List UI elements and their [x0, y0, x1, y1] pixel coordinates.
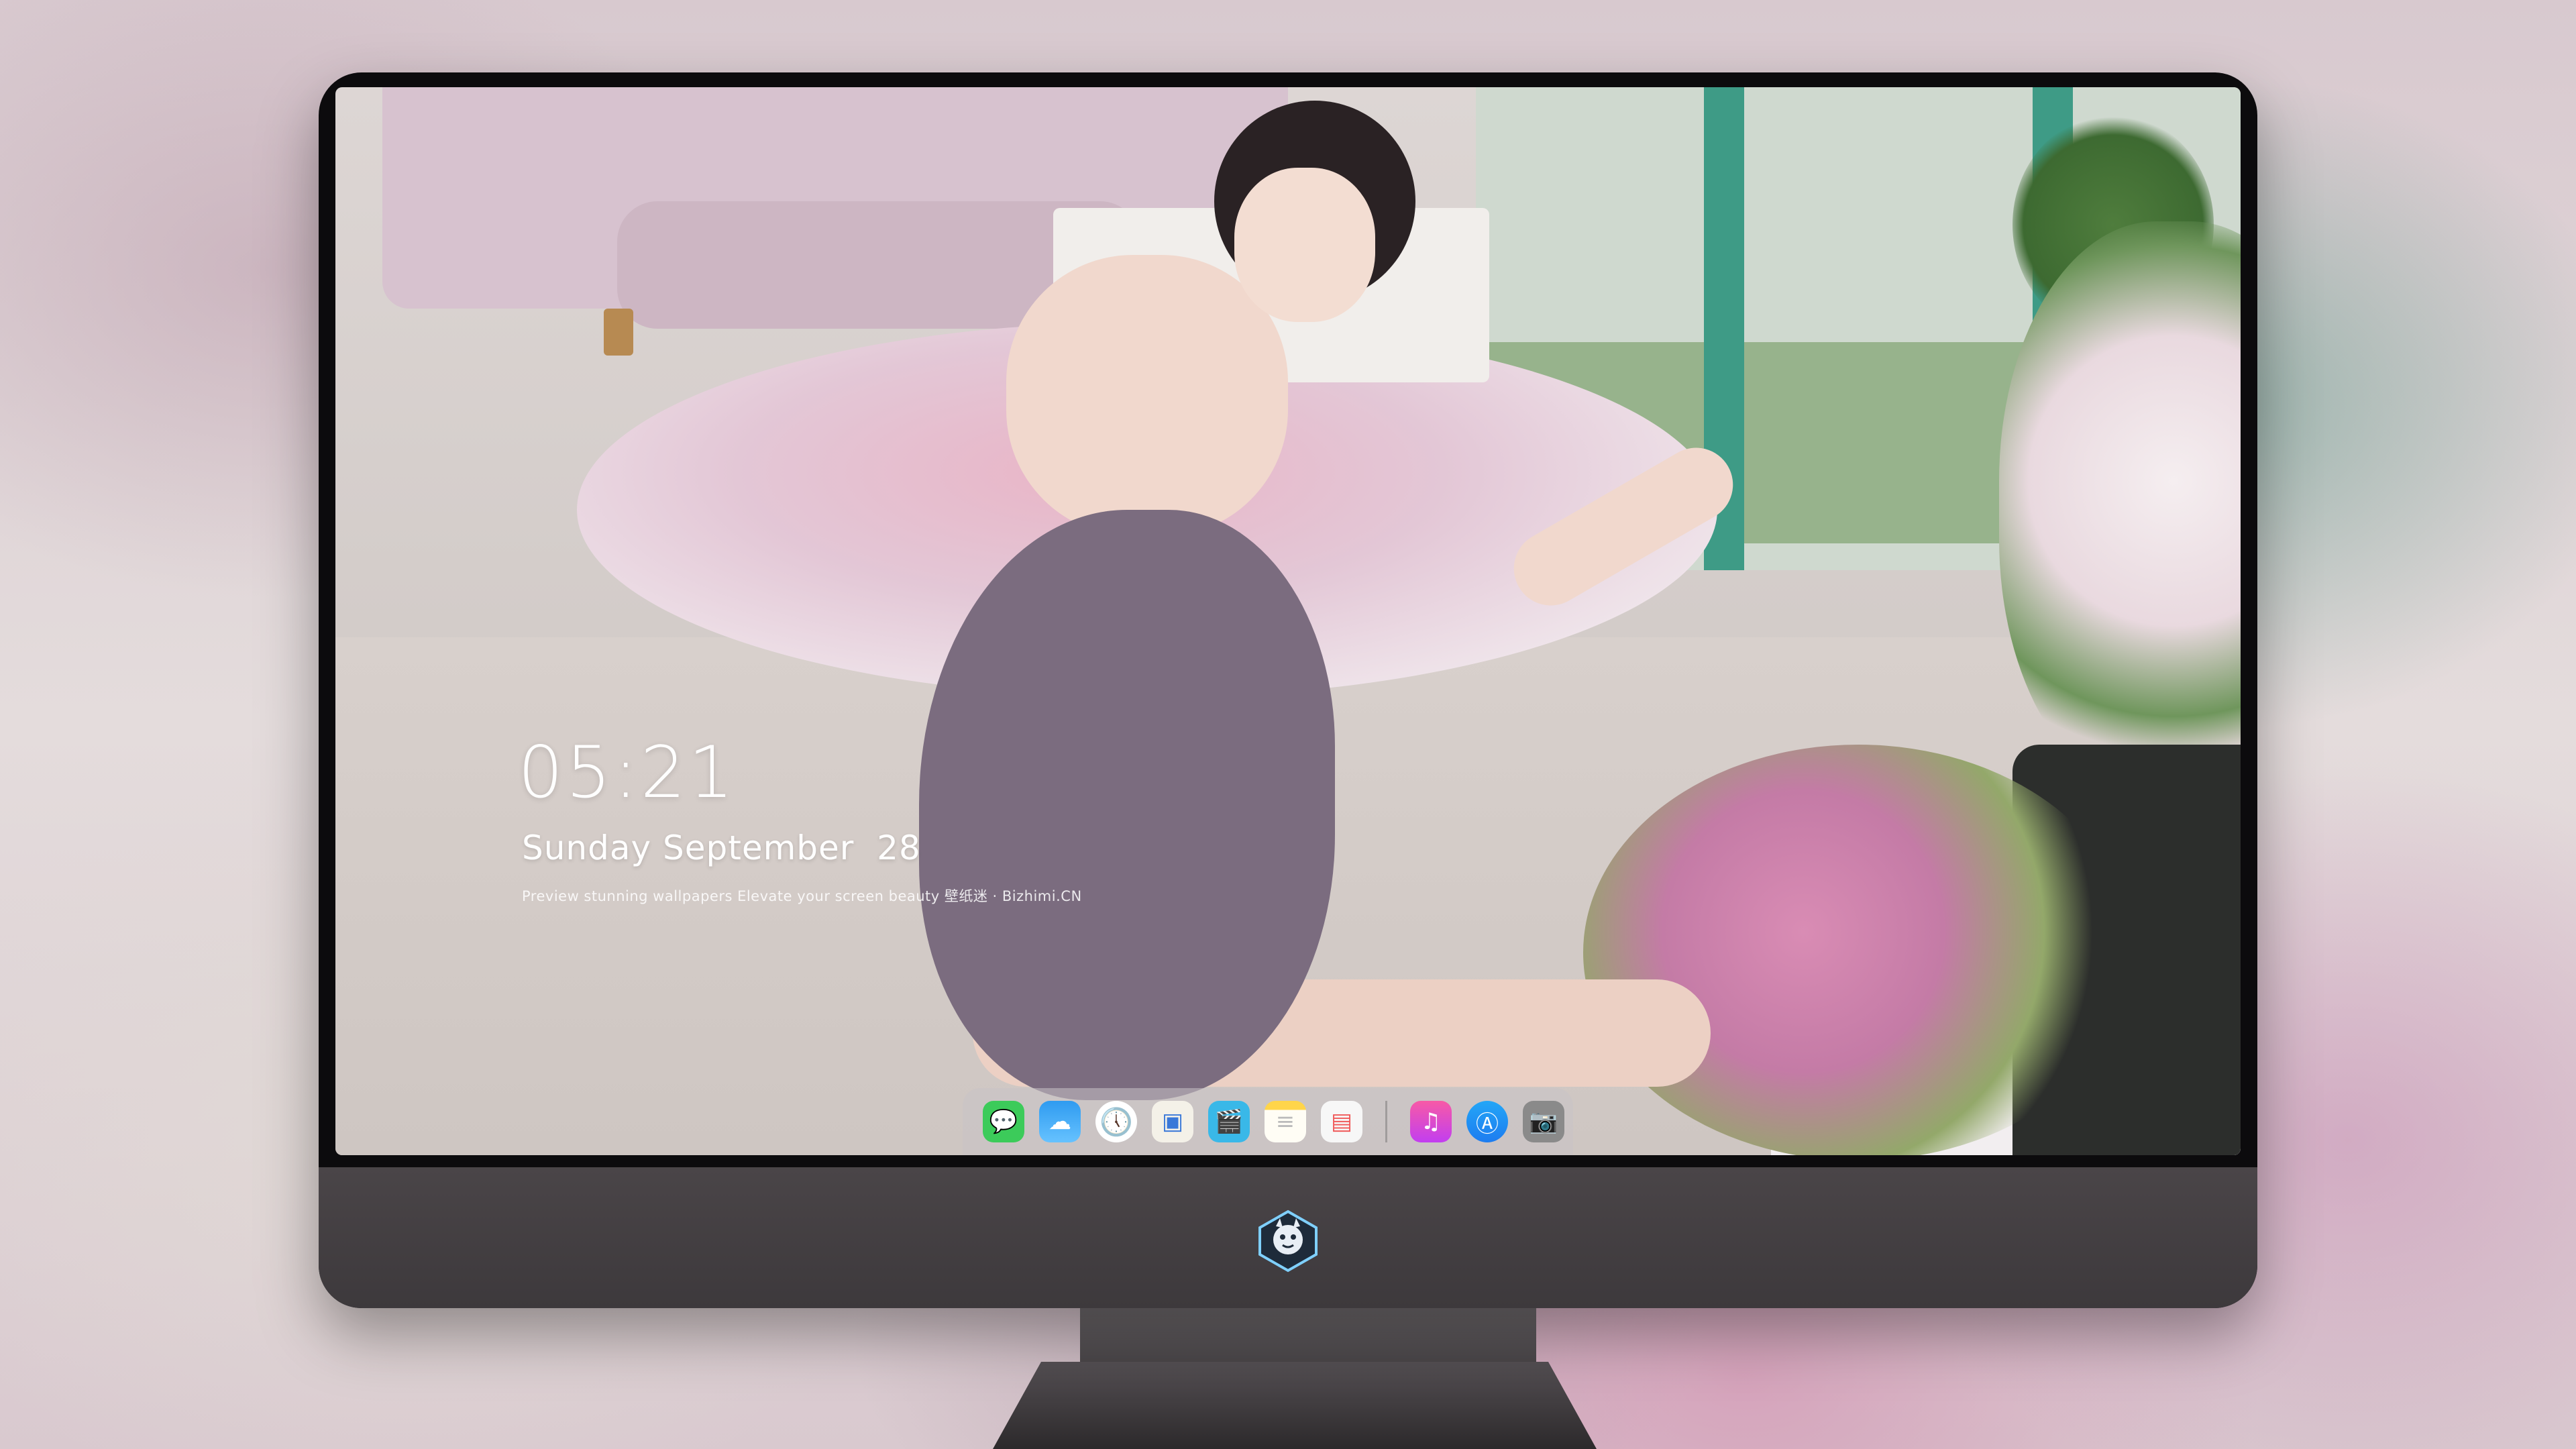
lock-screen-date: Sunday September 28 — [522, 828, 921, 867]
wallpaper-pink-flowers — [1583, 745, 2133, 1155]
dock-separator — [1385, 1101, 1387, 1142]
weather-cloud-icon[interactable]: ☁ — [1039, 1101, 1081, 1142]
preview-icon[interactable]: ▣ — [1152, 1101, 1193, 1142]
message-bubble-icon[interactable]: 💬 — [983, 1101, 1024, 1142]
notes-icon[interactable]: ≡ — [1265, 1101, 1306, 1142]
dock: 💬 ☁ 🕔 ▣ 🎬 ≡ ▤ ♫ Ⓐ 📷 — [963, 1088, 1573, 1155]
app-store-icon[interactable]: Ⓐ — [1466, 1101, 1508, 1142]
monitor-chin — [319, 1167, 2257, 1308]
clapperboard-icon[interactable]: 🎬 — [1208, 1101, 1250, 1142]
wallpaper-person-face — [1234, 168, 1375, 322]
camera-icon[interactable]: 📷 — [1523, 1101, 1564, 1142]
monitor-stand-base — [993, 1362, 1597, 1449]
dragon-mascot-logo-icon — [1258, 1210, 1318, 1273]
lock-screen[interactable]: 05:21 Sunday September 28 Preview stunni… — [335, 87, 2241, 1155]
music-note-icon[interactable]: ♫ — [1410, 1101, 1452, 1142]
lock-screen-clock: 05:21 — [518, 731, 737, 814]
wallpaper-person-dress — [919, 510, 1335, 1100]
wallpaper-sofa-leg — [604, 309, 633, 356]
monitor-stand-neck — [1080, 1308, 1536, 1362]
clock-icon[interactable]: 🕔 — [1095, 1101, 1137, 1142]
wallpaper-caption: Preview stunning wallpapers Elevate your… — [522, 888, 1082, 904]
photos-icon[interactable]: ▤ — [1321, 1101, 1362, 1142]
monitor: 05:21 Sunday September 28 Preview stunni… — [319, 72, 2257, 1308]
wallpaper-person-shoulders — [1006, 255, 1288, 537]
